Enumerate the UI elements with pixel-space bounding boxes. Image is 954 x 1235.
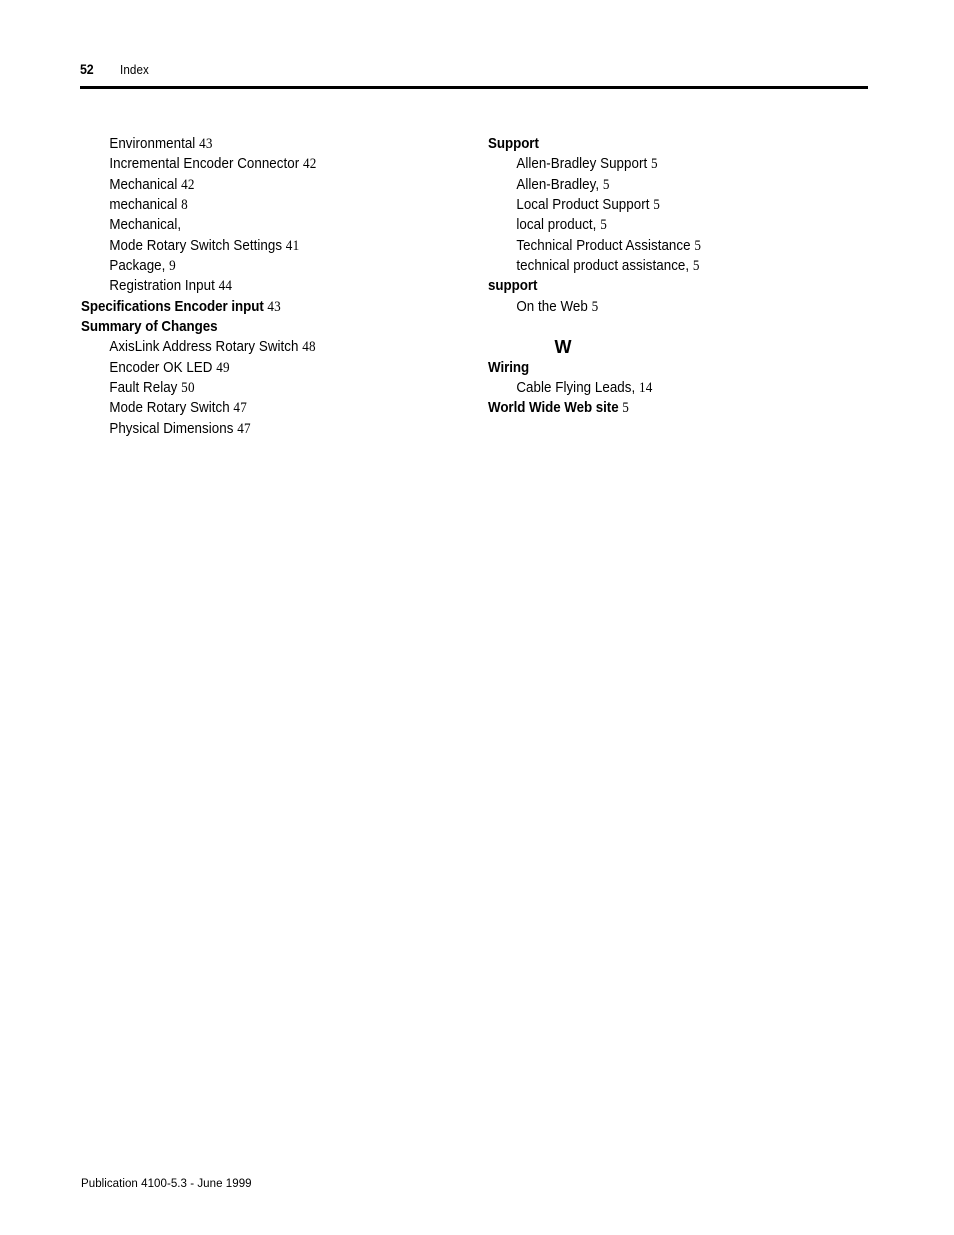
index-entry: Incremental Encoder Connector 42 <box>81 154 429 174</box>
index-entry: mechanical 8 <box>81 195 429 215</box>
index-entry-label: Allen-Bradley, <box>516 176 600 193</box>
index-entry: Allen-Bradley, 5 <box>488 175 836 195</box>
index-entry-page-number: 44 <box>218 278 233 295</box>
index-entry: Environmental 43 <box>81 134 429 154</box>
index-entry-label: AxisLink Address Rotary Switch <box>109 339 299 356</box>
index-entry-label: Local Product Support <box>516 197 650 214</box>
index-entry-label: Mode Rotary Switch Settings <box>109 237 283 254</box>
index-entry-page-number: 5 <box>600 217 607 234</box>
index-entry-page-number: 5 <box>602 176 610 193</box>
index-entry-label: Technical Product Assistance <box>516 237 691 254</box>
page-number: 52 <box>80 62 94 77</box>
index-entry-page-number: 42 <box>302 156 317 173</box>
index-entry-label: local product, <box>516 217 597 234</box>
index-entry: support <box>488 276 836 296</box>
running-head: 52 Index <box>80 62 868 82</box>
index-entry-page-number: 43 <box>199 136 213 152</box>
index-entry-label: Support <box>488 136 539 152</box>
index-entry: Cable Flying Leads, 14 <box>488 378 836 398</box>
index-column-right: Support Allen-Bradley Support 5 Allen-Brad… <box>488 134 868 419</box>
index-entry-label: Wiring <box>488 359 530 376</box>
index-entry: technical product assistance, 5 <box>488 256 836 276</box>
index-entry-list-right-after-letter: Wiring Cable Flying Leads, 14 World Wide W… <box>488 358 868 419</box>
index-entry: On the Web 5 <box>488 297 836 317</box>
index-entry-page-number: 5 <box>694 237 702 254</box>
index-entry: Summary of Changes <box>81 317 429 337</box>
index-entry: World Wide Web site 5 <box>488 398 836 418</box>
index-entry: Specifications Encoder input 43 <box>81 297 429 317</box>
index-entry-label: Package, <box>109 258 166 275</box>
index-entry: Physical Dimensions 47 <box>81 419 429 439</box>
index-entry: Mechanical 42 <box>81 175 429 195</box>
index-entry: Mode Rotary Switch 47 <box>81 398 429 418</box>
index-entry: Encoder OK LED 49 <box>81 358 429 378</box>
index-entry-page-number: 14 <box>639 380 653 397</box>
index-entry-label: Registration Input <box>109 278 215 295</box>
index-entry-label: Encoder OK LED <box>109 359 213 376</box>
index-entry-page-number: 42 <box>181 176 195 193</box>
index-column-left: Environmental 43 Incremental Encoder Conn… <box>81 134 461 439</box>
index-entry-page-number: 47 <box>233 400 247 417</box>
index-entry-page-number: 5 <box>653 197 661 214</box>
section-letter-heading: W <box>554 337 572 358</box>
index-entry-page-number: 47 <box>237 420 251 437</box>
index-entry-label: Summary of Changes <box>81 319 218 336</box>
index-page: 52 Index Environmental 43 Incremental Enc… <box>0 0 954 1235</box>
index-entry: Local Product Support 5 <box>488 195 836 215</box>
index-entry-label: Physical Dimensions <box>109 420 234 437</box>
index-entry-label: Mechanical, <box>109 217 182 234</box>
footer-publication: Publication 4100-5.3 - June 1999 <box>81 1176 252 1190</box>
header-rule <box>80 86 868 89</box>
index-entry-label: Incremental Encoder Connector <box>109 156 300 173</box>
index-entry-label: Cable Flying Leads, <box>516 380 636 397</box>
index-entry: Technical Product Assistance 5 <box>488 236 836 256</box>
index-entry-label: Mode Rotary Switch <box>109 400 230 417</box>
index-entry-page-number: 48 <box>302 339 316 356</box>
index-entry: Wiring <box>488 358 836 378</box>
index-entry-page-number: 8 <box>181 197 188 214</box>
index-entry: Fault Relay 50 <box>81 378 429 398</box>
index-entry-label: Fault Relay <box>109 380 178 397</box>
index-entry: Support <box>488 134 836 154</box>
index-entry: Allen-Bradley Support 5 <box>488 154 836 174</box>
index-entry-page-number: 5 <box>622 400 630 417</box>
index-entry-label: mechanical <box>109 197 178 214</box>
index-entry-list-left: Environmental 43 Incremental Encoder Conn… <box>81 134 461 439</box>
index-entry-label: Specifications Encoder input <box>81 298 264 315</box>
index-entry: Mode Rotary Switch Settings 41 <box>81 236 429 256</box>
index-entry-page-number: 41 <box>285 237 300 254</box>
index-entry: Mechanical, <box>81 215 429 235</box>
index-entry: Package, 9 <box>81 256 429 276</box>
index-entry-label: technical product assistance, <box>516 258 690 275</box>
index-entry-page-number: 5 <box>692 258 700 275</box>
index-entry-label: On the Web <box>516 298 588 315</box>
index-entry-page-number: 5 <box>591 298 599 315</box>
index-entry: Registration Input 44 <box>81 276 429 296</box>
index-entry-list-right: Support Allen-Bradley Support 5 Allen-Brad… <box>488 134 868 317</box>
index-entry: local product, 5 <box>488 215 836 235</box>
index-entry-label: support <box>488 278 538 295</box>
index-entry-page-number: 5 <box>650 156 658 173</box>
running-head-title: Index <box>119 63 149 77</box>
index-entry-label: Allen-Bradley Support <box>516 156 648 173</box>
index-entry-label: Mechanical <box>109 176 178 193</box>
index-entry-page-number: 50 <box>181 380 195 397</box>
index-entry-page-number: 43 <box>267 298 281 315</box>
index-entry-page-number: 49 <box>216 359 230 376</box>
index-entry-page-number: 9 <box>169 258 176 275</box>
index-entry: AxisLink Address Rotary Switch 48 <box>81 337 429 357</box>
index-entry-label: World Wide Web site <box>488 400 619 417</box>
index-entry-label: Environmental <box>109 136 196 152</box>
